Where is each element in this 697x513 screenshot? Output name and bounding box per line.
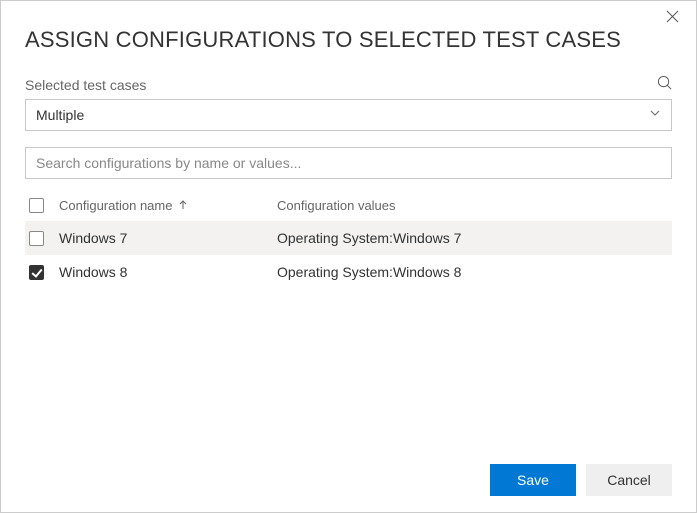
selected-cases-header-row: Selected test cases [25, 77, 672, 93]
table-header: Configuration name Configuration values [25, 189, 672, 221]
selected-cases-dropdown[interactable]: Multiple [25, 99, 672, 131]
sort-asc-icon [178, 198, 188, 213]
chevron-down-icon [649, 106, 661, 124]
header-checkbox-cell [25, 198, 59, 213]
select-all-checkbox[interactable] [29, 198, 44, 213]
close-button[interactable] [662, 9, 682, 29]
row-values: Operating System:Windows 7 [277, 230, 672, 246]
row-values: Operating System:Windows 8 [277, 264, 672, 280]
configurations-table: Configuration name Configuration values … [25, 189, 672, 289]
close-icon [666, 10, 679, 28]
search-icon [657, 75, 672, 95]
header-name-label: Configuration name [59, 198, 172, 213]
dialog-footer: Save Cancel [25, 454, 672, 496]
selected-cases-value: Multiple [36, 107, 84, 123]
header-values-label: Configuration values [277, 198, 396, 213]
row-checkbox[interactable] [29, 231, 44, 246]
table-row[interactable]: Windows 8 Operating System:Windows 8 [25, 255, 672, 289]
assign-configurations-dialog: ASSIGN CONFIGURATIONS TO SELECTED TEST C… [0, 0, 697, 513]
header-values[interactable]: Configuration values [277, 198, 672, 213]
row-checkbox[interactable] [29, 265, 44, 280]
row-name: Windows 7 [59, 230, 277, 246]
search-configurations-box[interactable] [25, 147, 672, 179]
header-name[interactable]: Configuration name [59, 198, 277, 213]
save-button[interactable]: Save [490, 464, 576, 496]
dialog-title: ASSIGN CONFIGURATIONS TO SELECTED TEST C… [25, 27, 672, 53]
selected-cases-label: Selected test cases [25, 77, 146, 93]
row-name: Windows 8 [59, 264, 277, 280]
table-row[interactable]: Windows 7 Operating System:Windows 7 [25, 221, 672, 255]
search-configurations-input[interactable] [36, 155, 661, 171]
search-button[interactable] [656, 77, 672, 93]
cancel-button[interactable]: Cancel [586, 464, 672, 496]
